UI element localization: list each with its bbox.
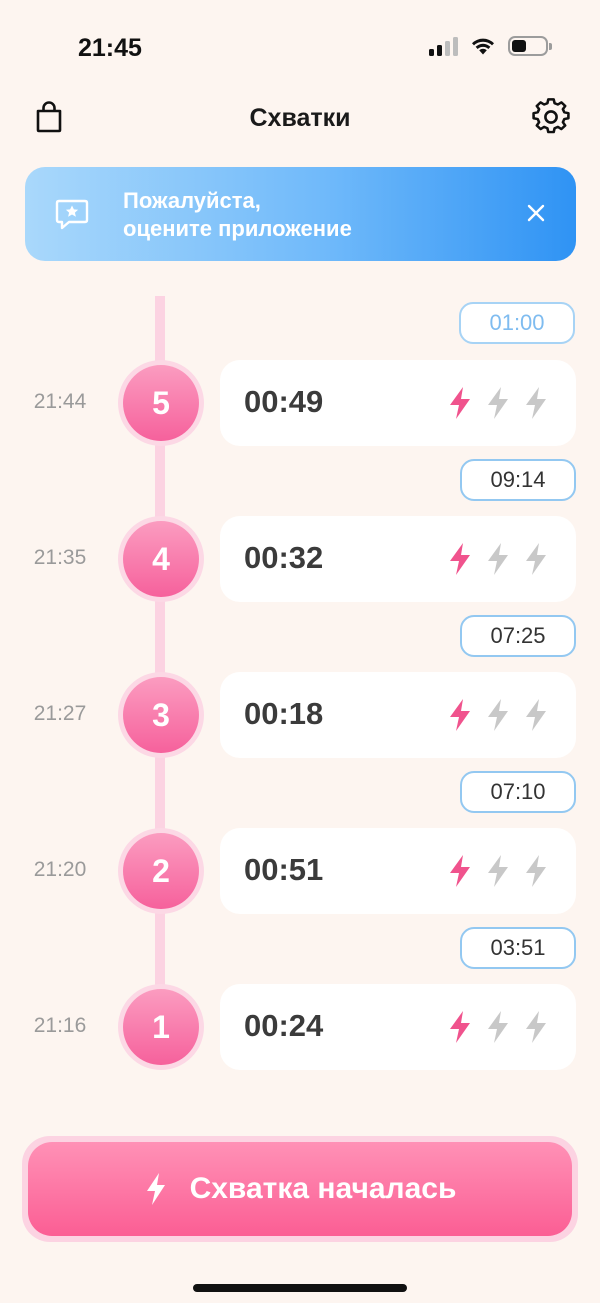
contraction-card[interactable]: 00:24 — [220, 984, 576, 1070]
bolt-inactive-icon[interactable] — [484, 386, 512, 420]
nav-bar: Схватки — [0, 88, 600, 148]
intensity-rating[interactable] — [446, 1010, 550, 1044]
contraction-card[interactable]: 00:49 — [220, 360, 576, 446]
current-interval-pill: 01:00 — [459, 302, 575, 344]
bolt-active-icon[interactable] — [446, 386, 474, 420]
status-bar: 21:45 — [0, 0, 600, 96]
bolt-inactive-icon[interactable] — [522, 698, 550, 732]
contraction-duration: 00:18 — [244, 696, 324, 731]
home-indicator[interactable] — [193, 1284, 407, 1292]
contraction-time: 21:20 — [33, 858, 87, 881]
bolt-icon — [146, 1173, 165, 1205]
banner-line-1: Пожалуйста, — [123, 188, 261, 213]
page-title: Схватки — [249, 104, 351, 132]
intensity-rating[interactable] — [446, 698, 550, 732]
status-time: 21:45 — [78, 34, 142, 62]
wifi-icon — [472, 38, 494, 55]
bolt-inactive-icon[interactable] — [522, 542, 550, 576]
contraction-number: 3 — [123, 677, 199, 753]
banner-text: Пожалуйста, оцените приложение — [123, 187, 352, 243]
contraction-time: 21:44 — [33, 390, 87, 413]
interval-pill: 07:25 — [460, 615, 576, 657]
contraction-time: 21:35 — [33, 546, 87, 569]
banner-line-2: оцените приложение — [123, 216, 352, 241]
interval-pill: 07:10 — [460, 771, 576, 813]
bolt-inactive-icon[interactable] — [484, 542, 512, 576]
contraction-duration: 00:49 — [244, 384, 324, 419]
intensity-rating[interactable] — [446, 542, 550, 576]
bolt-inactive-icon[interactable] — [484, 854, 512, 888]
bolt-inactive-icon[interactable] — [522, 1010, 550, 1044]
contraction-card[interactable]: 00:51 — [220, 828, 576, 914]
contraction-start-label: Схватка началась — [189, 1172, 457, 1205]
contraction-number: 5 — [123, 365, 199, 441]
contraction-number: 1 — [123, 989, 199, 1065]
bolt-inactive-icon[interactable] — [484, 1010, 512, 1044]
battery-icon — [508, 36, 552, 56]
contraction-card[interactable]: 00:18 — [220, 672, 576, 758]
contraction-number-badge: 4 — [118, 516, 204, 602]
contraction-duration: 00:24 — [244, 1008, 324, 1043]
contraction-number-badge: 2 — [118, 828, 204, 914]
bolt-active-icon[interactable] — [446, 854, 474, 888]
contraction-duration: 00:32 — [244, 540, 324, 575]
contraction-start-button[interactable]: Схватка началась — [28, 1142, 572, 1236]
contraction-duration: 00:51 — [244, 852, 324, 887]
bolt-active-icon[interactable] — [446, 542, 474, 576]
bolt-inactive-icon[interactable] — [484, 698, 512, 732]
gear-icon[interactable] — [532, 98, 570, 136]
contraction-number-badge: 1 — [118, 984, 204, 1070]
rate-feedback-icon — [55, 199, 89, 230]
contraction-number: 4 — [123, 521, 199, 597]
cellular-signal-icon — [429, 36, 458, 56]
contraction-number-badge: 5 — [118, 360, 204, 446]
intensity-rating[interactable] — [446, 386, 550, 420]
rate-app-banner[interactable]: Пожалуйста, оцените приложение — [25, 167, 576, 261]
contraction-number: 2 — [123, 833, 199, 909]
close-icon[interactable] — [524, 201, 548, 225]
bolt-inactive-icon[interactable] — [522, 854, 550, 888]
intensity-rating[interactable] — [446, 854, 550, 888]
contraction-card[interactable]: 00:32 — [220, 516, 576, 602]
status-icons — [429, 36, 552, 56]
contraction-time: 21:16 — [33, 1014, 87, 1037]
contraction-number-badge: 3 — [118, 672, 204, 758]
contraction-start-button-wrap: Схватка началась — [22, 1136, 578, 1242]
interval-pill: 09:14 — [460, 459, 576, 501]
bolt-inactive-icon[interactable] — [522, 386, 550, 420]
bolt-active-icon[interactable] — [446, 698, 474, 732]
interval-pill: 03:51 — [460, 927, 576, 969]
contraction-time: 21:27 — [33, 702, 87, 725]
bolt-active-icon[interactable] — [446, 1010, 474, 1044]
